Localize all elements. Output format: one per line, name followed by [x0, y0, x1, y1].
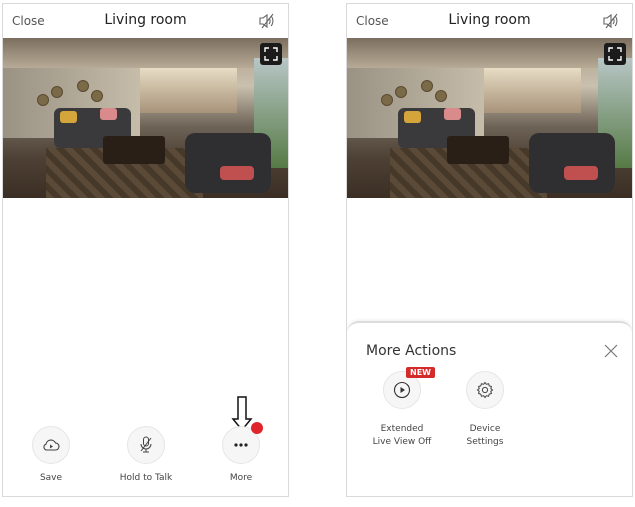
- microphone-muted-icon: [140, 436, 152, 453]
- gear-icon: [476, 381, 494, 399]
- video-scene-mirror: [421, 80, 434, 92]
- video-scene-table: [102, 136, 166, 164]
- speaker-muted-icon[interactable]: [258, 13, 276, 29]
- video-scene-pillow: [99, 108, 117, 120]
- cloud-play-icon: [43, 439, 60, 451]
- more-dots-icon: [234, 443, 248, 447]
- close-icon[interactable]: [604, 344, 618, 358]
- page-title: Living room: [448, 12, 531, 28]
- live-video-feed[interactable]: [347, 38, 632, 198]
- more-actions-sheet: More Actions NEW Extended Live View Off …: [347, 321, 632, 496]
- video-scene-pillow: [443, 108, 461, 120]
- action-bar: Save Hold to Talk More: [3, 422, 288, 496]
- video-scene-pillow: [404, 111, 422, 123]
- fullscreen-icon: [264, 47, 278, 61]
- video-scene-pillow: [60, 111, 78, 123]
- video-scene-pillow: [219, 166, 254, 180]
- video-scene-kitchen: [483, 68, 581, 113]
- new-badge: NEW: [406, 367, 435, 378]
- video-scene-table: [446, 136, 510, 164]
- sheet-title: More Actions: [366, 343, 457, 359]
- hold-to-talk-button[interactable]: Hold to Talk: [111, 426, 181, 483]
- header: Close Living room: [3, 4, 288, 38]
- save-circle[interactable]: [32, 426, 70, 464]
- device-settings-label: Device Settings: [466, 424, 504, 447]
- notification-dot: [251, 422, 263, 434]
- video-scene-sofa: [185, 133, 271, 193]
- fullscreen-button[interactable]: [604, 43, 626, 65]
- video-scene-pillow: [563, 166, 598, 180]
- video-scene-sofa: [529, 133, 615, 193]
- device-settings-button[interactable]: Device Settings: [445, 371, 525, 449]
- header: Close Living room: [347, 4, 632, 38]
- video-scene-mirror: [77, 80, 90, 92]
- fullscreen-icon: [608, 47, 622, 61]
- play-circle-icon: [393, 381, 411, 399]
- speaker-muted-icon[interactable]: [602, 13, 620, 29]
- save-button[interactable]: Save: [16, 426, 86, 483]
- video-scene-ceiling: [3, 38, 288, 68]
- video-scene-ceiling: [347, 38, 632, 68]
- live-video-feed[interactable]: [3, 38, 288, 198]
- extended-live-view-label: Extended Live View Off: [372, 424, 432, 447]
- hold-to-talk-circle[interactable]: [127, 426, 165, 464]
- live-view-screen-left: Close Living room Save Hold to Talk More: [2, 3, 289, 497]
- video-scene-kitchen: [139, 68, 237, 113]
- live-view-screen-right: Close Living room More Actions NEW Exten…: [346, 3, 633, 497]
- more-label: More: [229, 473, 253, 483]
- fullscreen-button[interactable]: [260, 43, 282, 65]
- device-settings-circle[interactable]: [466, 371, 504, 409]
- more-button[interactable]: More: [206, 426, 276, 483]
- page-title: Living room: [104, 12, 187, 28]
- extended-live-view-button[interactable]: NEW Extended Live View Off: [362, 367, 442, 449]
- hold-to-talk-label: Hold to Talk: [119, 473, 173, 483]
- save-label: Save: [39, 473, 63, 483]
